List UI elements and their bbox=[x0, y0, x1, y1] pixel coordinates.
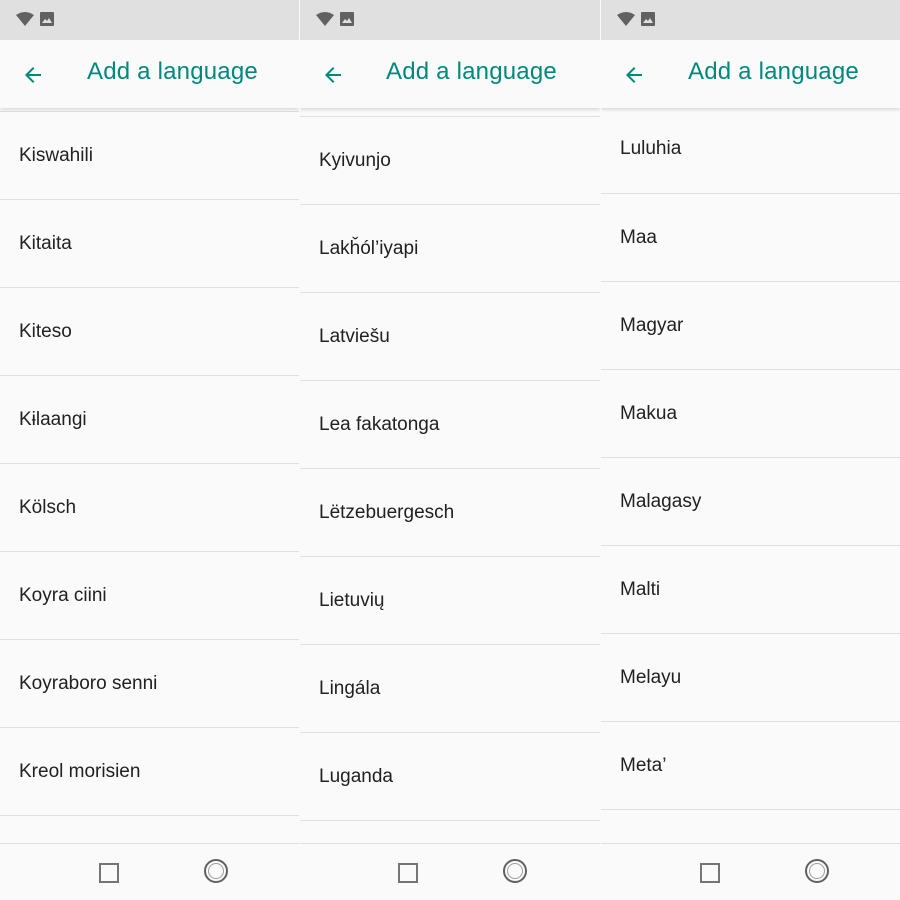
page-title: Add a language bbox=[87, 58, 258, 85]
list-item[interactable]: Lëtzebuergesch bbox=[300, 468, 600, 556]
image-icon bbox=[340, 12, 354, 26]
language-label: Maa bbox=[620, 227, 657, 248]
list-item[interactable]: Latviešu bbox=[300, 292, 600, 380]
language-label: Koyraboro senni bbox=[19, 673, 158, 694]
home-circle-icon[interactable] bbox=[503, 859, 527, 883]
list-item[interactable]: Meta’ bbox=[601, 721, 900, 809]
screen-1: Add a language Kiswahili Kitaita Kiteso … bbox=[0, 0, 299, 900]
list-item[interactable]: Maa bbox=[601, 193, 900, 281]
screen-2: Add a language Kyivunjo Lakȟól’iyapi Lat… bbox=[300, 0, 600, 900]
language-label: Kyivunjo bbox=[319, 150, 391, 171]
status-bar bbox=[300, 0, 600, 40]
language-label: Meta’ bbox=[620, 755, 667, 776]
language-label: Luluhia bbox=[620, 138, 682, 159]
status-bar bbox=[0, 0, 299, 40]
navigation-bar bbox=[601, 843, 900, 900]
language-label: Kölsch bbox=[19, 497, 77, 518]
list-item[interactable]: Kiswahili bbox=[0, 111, 299, 199]
list-item[interactable]: Kɨlaangi bbox=[0, 375, 299, 463]
list-item[interactable]: Luluhia bbox=[601, 105, 900, 193]
list-item[interactable]: Kölsch bbox=[0, 463, 299, 551]
back-arrow-icon bbox=[25, 67, 41, 83]
list-item[interactable]: Kitaita bbox=[0, 199, 299, 287]
list-item[interactable]: Koyraboro senni bbox=[0, 639, 299, 727]
language-label: Kiteso bbox=[19, 321, 72, 342]
language-label: Lietuvių bbox=[319, 590, 385, 611]
image-icon bbox=[641, 12, 655, 26]
wifi-icon bbox=[16, 12, 34, 26]
wifi-icon bbox=[617, 12, 635, 26]
language-label: Kiswahili bbox=[19, 145, 93, 166]
language-label: Luganda bbox=[319, 766, 393, 787]
home-circle-icon[interactable] bbox=[204, 859, 228, 883]
back-button[interactable] bbox=[318, 60, 348, 90]
language-label: Lëtzebuergesch bbox=[319, 502, 455, 523]
back-button[interactable] bbox=[619, 60, 649, 90]
navigation-bar bbox=[0, 843, 299, 900]
page-title: Add a language bbox=[688, 58, 859, 85]
status-bar bbox=[601, 0, 900, 40]
language-label: Lakȟól’iyapi bbox=[319, 238, 419, 259]
language-label: Malagasy bbox=[620, 491, 702, 512]
back-arrow-icon bbox=[325, 67, 341, 83]
language-label: Koyra ciini bbox=[19, 585, 107, 606]
screens-collage: Add a language Kiswahili Kitaita Kiteso … bbox=[0, 0, 900, 900]
list-item[interactable]: Lingála bbox=[300, 644, 600, 732]
language-label: Kitaita bbox=[19, 233, 72, 254]
page-title: Add a language bbox=[386, 58, 557, 85]
back-button[interactable] bbox=[18, 60, 48, 90]
language-label: Lea fakatonga bbox=[319, 414, 440, 435]
list-item[interactable]: Malagasy bbox=[601, 457, 900, 545]
language-label: Lingála bbox=[319, 678, 381, 699]
list-item[interactable]: Malti bbox=[601, 545, 900, 633]
image-icon bbox=[40, 12, 54, 26]
list-item[interactable]: Luganda bbox=[300, 732, 600, 820]
app-bar: Add a language bbox=[601, 40, 900, 108]
list-item[interactable]: Makua bbox=[601, 369, 900, 457]
list-item[interactable]: Kiteso bbox=[0, 287, 299, 375]
recent-apps-square-icon[interactable] bbox=[398, 863, 418, 883]
list-item[interactable]: Lietuvių bbox=[300, 556, 600, 644]
language-label: Melayu bbox=[620, 667, 682, 688]
list-item[interactable]: Kyivunjo bbox=[300, 116, 600, 204]
list-item[interactable]: Magyar bbox=[601, 281, 900, 369]
list-item[interactable]: Kreol morisien bbox=[0, 727, 299, 815]
language-label: Kreol morisien bbox=[19, 761, 141, 782]
language-label: Magyar bbox=[620, 315, 684, 336]
recent-apps-square-icon[interactable] bbox=[700, 863, 720, 883]
language-label: Kɨlaangi bbox=[19, 409, 87, 430]
app-bar: Add a language bbox=[300, 40, 600, 108]
language-label: Malti bbox=[620, 579, 661, 600]
navigation-bar bbox=[300, 843, 600, 900]
list-item[interactable]: Koyra ciini bbox=[0, 551, 299, 639]
list-item[interactable]: Lakȟól’iyapi bbox=[300, 204, 600, 292]
back-arrow-icon bbox=[626, 67, 642, 83]
recent-apps-square-icon[interactable] bbox=[99, 863, 119, 883]
list-item[interactable]: Melayu bbox=[601, 633, 900, 721]
home-circle-icon[interactable] bbox=[805, 859, 829, 883]
language-label: Latviešu bbox=[319, 326, 390, 347]
language-label: Makua bbox=[620, 403, 678, 424]
app-bar: Add a language bbox=[0, 40, 299, 108]
list-item[interactable]: Lea fakatonga bbox=[300, 380, 600, 468]
wifi-icon bbox=[316, 12, 334, 26]
screen-3: Add a language Luluhia Maa Magyar Makua … bbox=[601, 0, 900, 900]
